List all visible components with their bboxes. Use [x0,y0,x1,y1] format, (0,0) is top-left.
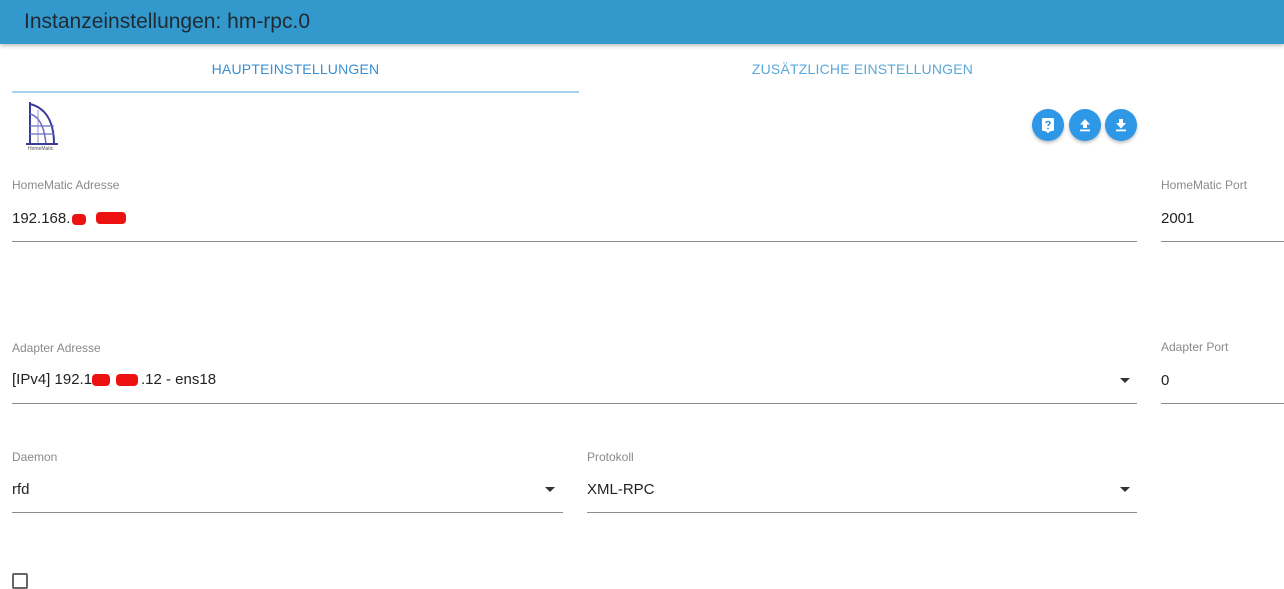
daemon-select[interactable]: rfd [12,481,30,498]
redaction-mark [116,374,138,386]
daemon-label: Daemon [12,450,58,464]
homematic-address-input[interactable]: 192.168. [12,210,70,227]
homematic-port-label: HomeMatic Port [1161,178,1248,192]
adapter-address-label: Adapter Adresse [12,341,101,355]
app-header: Instanzeinstellungen: hm-rpc.0 [0,0,1284,44]
homematic-address-underline [12,241,1137,242]
tab-main-settings[interactable]: HAUPTEINSTELLUNGEN [12,56,579,92]
redaction-mark [72,214,86,225]
page-title: Instanzeinstellungen: hm-rpc.0 [24,10,310,33]
upload-button[interactable] [1069,109,1101,141]
help-icon [1042,118,1054,133]
homematic-port-input[interactable]: 2001 [1161,210,1194,227]
redaction-mark [92,374,110,386]
redaction-mark [96,212,126,224]
homematic-logo: HomeMatic [24,100,64,152]
adapter-port-underline [1161,403,1284,404]
homematic-logo-icon: HomeMatic [26,102,58,152]
tab-additional-settings[interactable]: ZUSÄTZLICHE EINSTELLUNGEN [579,56,1146,92]
chevron-down-icon[interactable] [545,487,555,492]
help-button[interactable] [1032,109,1064,141]
adapter-address-underline [12,403,1137,404]
download-icon [1116,119,1126,132]
download-button[interactable] [1105,109,1137,141]
chevron-down-icon[interactable] [1120,487,1130,492]
chevron-down-icon[interactable] [1120,378,1130,383]
protocol-label: Protokoll [587,450,634,464]
adapter-address-value-prefix: [IPv4] 192.1 [12,371,93,388]
daemon-underline [12,512,563,513]
logo-text: HomeMatic [28,146,54,152]
homematic-address-label: HomeMatic Adresse [12,178,120,192]
protocol-underline [587,512,1137,513]
active-tab-indicator [12,91,579,93]
upload-icon [1080,119,1090,132]
homematic-port-underline [1161,241,1284,242]
adapter-address-value-suffix: .12 - ens18 [141,371,217,388]
adapter-port-label: Adapter Port [1161,340,1229,354]
protocol-select[interactable]: XML-RPC [587,481,655,498]
option-checkbox[interactable] [12,573,28,589]
adapter-port-input[interactable]: 0 [1161,372,1169,389]
